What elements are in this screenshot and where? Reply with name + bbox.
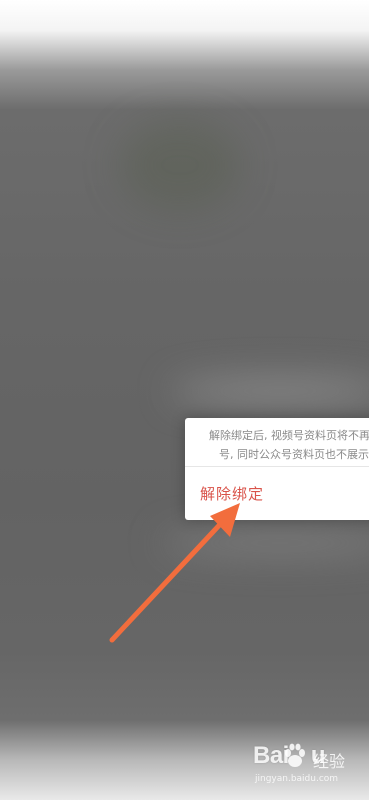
description-line: 解除绑定后, 视频号资料页将不再 — [209, 429, 369, 442]
watermark-url: jingyan.baidu.com — [255, 774, 339, 784]
action-sheet: 解除绑定后, 视频号资料页将不再 号, 同时公众号资料页也不展示视 解除绑定 — [185, 418, 369, 520]
blurred-background — [170, 378, 369, 404]
site-name: 经验 — [313, 752, 346, 771]
blurred-background — [120, 120, 240, 210]
watermark: Bai u 经验 jingyan.baidu.com — [253, 742, 365, 796]
unbind-button[interactable]: 解除绑定 — [185, 467, 369, 520]
unbind-button-label: 解除绑定 — [200, 485, 265, 503]
blurred-background — [160, 530, 369, 556]
paw-icon — [285, 743, 305, 767]
description-line: 号, 同时公众号资料页也不展示视 — [219, 448, 369, 461]
screen: 解除绑定后, 视频号资料页将不再 号, 同时公众号资料页也不展示视 解除绑定 B… — [0, 0, 369, 800]
unbind-description: 解除绑定后, 视频号资料页将不再 号, 同时公众号资料页也不展示视 — [185, 426, 369, 464]
